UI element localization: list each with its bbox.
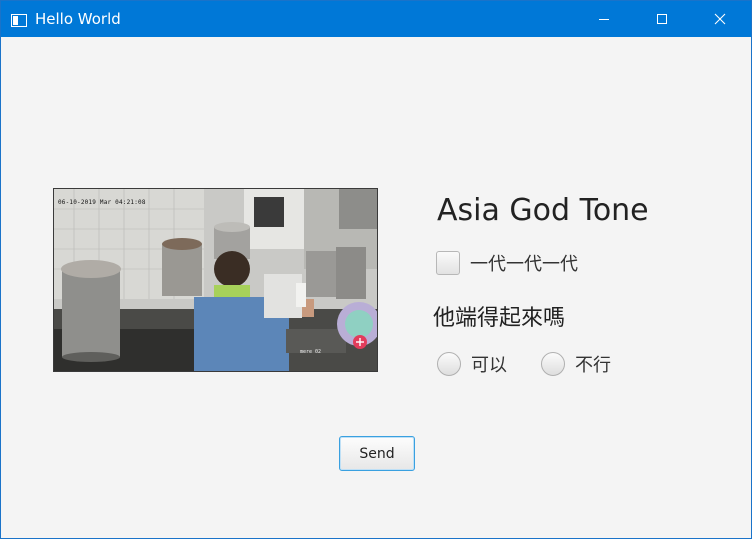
checkbox-label[interactable]: 一代一代一代 — [470, 250, 578, 276]
radio-no-circle[interactable] — [541, 352, 565, 376]
window-title: Hello World — [35, 10, 121, 28]
app-window: Hello World 06-10-2019 Mar 04:21:08 mere… — [0, 0, 752, 539]
title-bar[interactable]: Hello World — [1, 1, 751, 37]
question-label: 他端得起來嗎 — [433, 306, 566, 331]
minimize-button[interactable] — [581, 1, 627, 37]
video-caption: mere 02 — [300, 349, 322, 355]
maximize-button[interactable] — [639, 1, 685, 37]
radio-option-yes[interactable]: 可以 — [437, 351, 507, 377]
minimize-icon — [599, 19, 609, 20]
app-window-icon — [11, 12, 27, 27]
page-heading: Asia God Tone — [437, 193, 649, 228]
send-button[interactable]: Send — [339, 436, 415, 471]
video-timestamp: 06-10-2019 Mar 04:21:08 — [58, 199, 146, 206]
option-checkbox[interactable]: 一代一代一代 — [436, 250, 578, 276]
checkbox-box[interactable] — [436, 251, 460, 275]
radio-no-label[interactable]: 不行 — [575, 351, 611, 377]
radio-option-no[interactable]: 不行 — [541, 351, 611, 377]
video-frame: 06-10-2019 Mar 04:21:08 mere 02 — [53, 188, 378, 372]
close-button[interactable] — [697, 1, 743, 37]
radio-yes-circle[interactable] — [437, 352, 461, 376]
maximize-icon — [657, 14, 667, 24]
close-icon — [714, 13, 726, 25]
radio-yes-label[interactable]: 可以 — [471, 351, 507, 377]
